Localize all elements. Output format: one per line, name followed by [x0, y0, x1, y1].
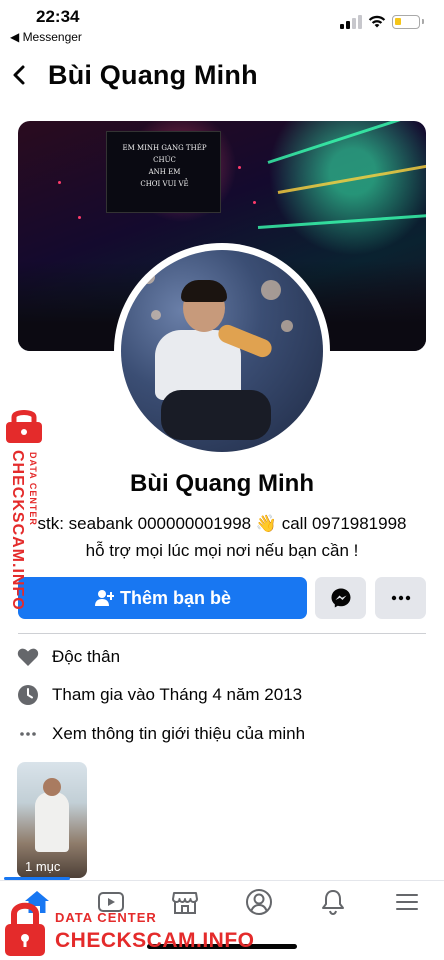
- page-title: Bùi Quang Minh: [48, 60, 258, 90]
- bio-line: stk: seabank 000000001998 👋 call 0971981…: [37, 514, 407, 533]
- cover-screen-text: EM MINH GANG THÉP CHÚC ANH EM CHƠI VUI V…: [122, 144, 207, 188]
- photo-count: 1 mục: [25, 859, 61, 874]
- see-about-label: Xem thông tin giới thiệu của minh: [52, 724, 306, 743]
- watermark-lock-icon: [5, 902, 45, 956]
- tab-menu[interactable]: [392, 887, 422, 917]
- menu-icon: [396, 894, 418, 910]
- watermark-subtitle: DATA CENTER: [28, 452, 38, 526]
- person-add-icon: [94, 590, 114, 606]
- watermark-title: CHECKSCAM.INFO: [55, 929, 255, 952]
- clock-icon: [18, 685, 38, 705]
- bio-line: hỗ trợ mọi lúc mọi nơi nếu bạn cần !: [85, 541, 359, 560]
- chevron-left-icon[interactable]: [6, 60, 34, 90]
- see-about-link[interactable]: Xem thông tin giới thiệu của minh: [16, 720, 426, 748]
- message-button[interactable]: [315, 577, 366, 619]
- watermark-lock-icon: [6, 410, 42, 443]
- info-relationship: Độc thân: [16, 643, 426, 671]
- tab-notifications[interactable]: [318, 887, 348, 917]
- avatar[interactable]: [121, 250, 323, 452]
- messenger-icon: [331, 588, 350, 608]
- status-time: 22:34: [36, 7, 80, 26]
- photo-thumbnail[interactable]: 1 mục: [17, 762, 87, 878]
- tab-marketplace[interactable]: [170, 887, 200, 917]
- bell-icon: [322, 890, 344, 916]
- profile-icon: [246, 889, 272, 915]
- cover-screen: EM MINH GANG THÉP CHÚC ANH EM CHƠI VUI V…: [106, 131, 221, 213]
- divider: [18, 633, 426, 634]
- more-icon: [391, 595, 410, 601]
- relationship-status: Độc thân: [52, 647, 121, 666]
- more-options-button[interactable]: [375, 577, 426, 619]
- add-friend-label: Thêm bạn bè: [119, 587, 231, 608]
- profile-bio: stk: seabank 000000001998 👋 call 0971981…: [0, 510, 444, 564]
- watermark-title: CHECKSCAM.INFO: [9, 450, 26, 611]
- battery-icon: [392, 15, 424, 29]
- add-friend-button[interactable]: Thêm bạn bè: [18, 577, 307, 619]
- wifi-icon: [368, 15, 386, 28]
- more-icon: [20, 732, 36, 736]
- status-bar: 22:34 ◀ Messenger: [0, 0, 444, 48]
- info-joined: Tham gia vào Tháng 4 năm 2013: [16, 681, 426, 709]
- battery-level: [395, 18, 401, 25]
- marketplace-icon: [172, 892, 198, 914]
- profile-name: Bùi Quang Minh: [130, 470, 314, 497]
- heart-icon: [17, 648, 39, 666]
- joined-date: Tham gia vào Tháng 4 năm 2013: [52, 685, 303, 704]
- tab-profile[interactable]: [244, 887, 274, 917]
- back-to-messenger-link[interactable]: ◀ Messenger: [10, 30, 82, 44]
- watermark-subtitle: DATA CENTER: [55, 910, 157, 925]
- header: Bùi Quang Minh: [0, 50, 444, 102]
- signal-icon: [340, 15, 362, 29]
